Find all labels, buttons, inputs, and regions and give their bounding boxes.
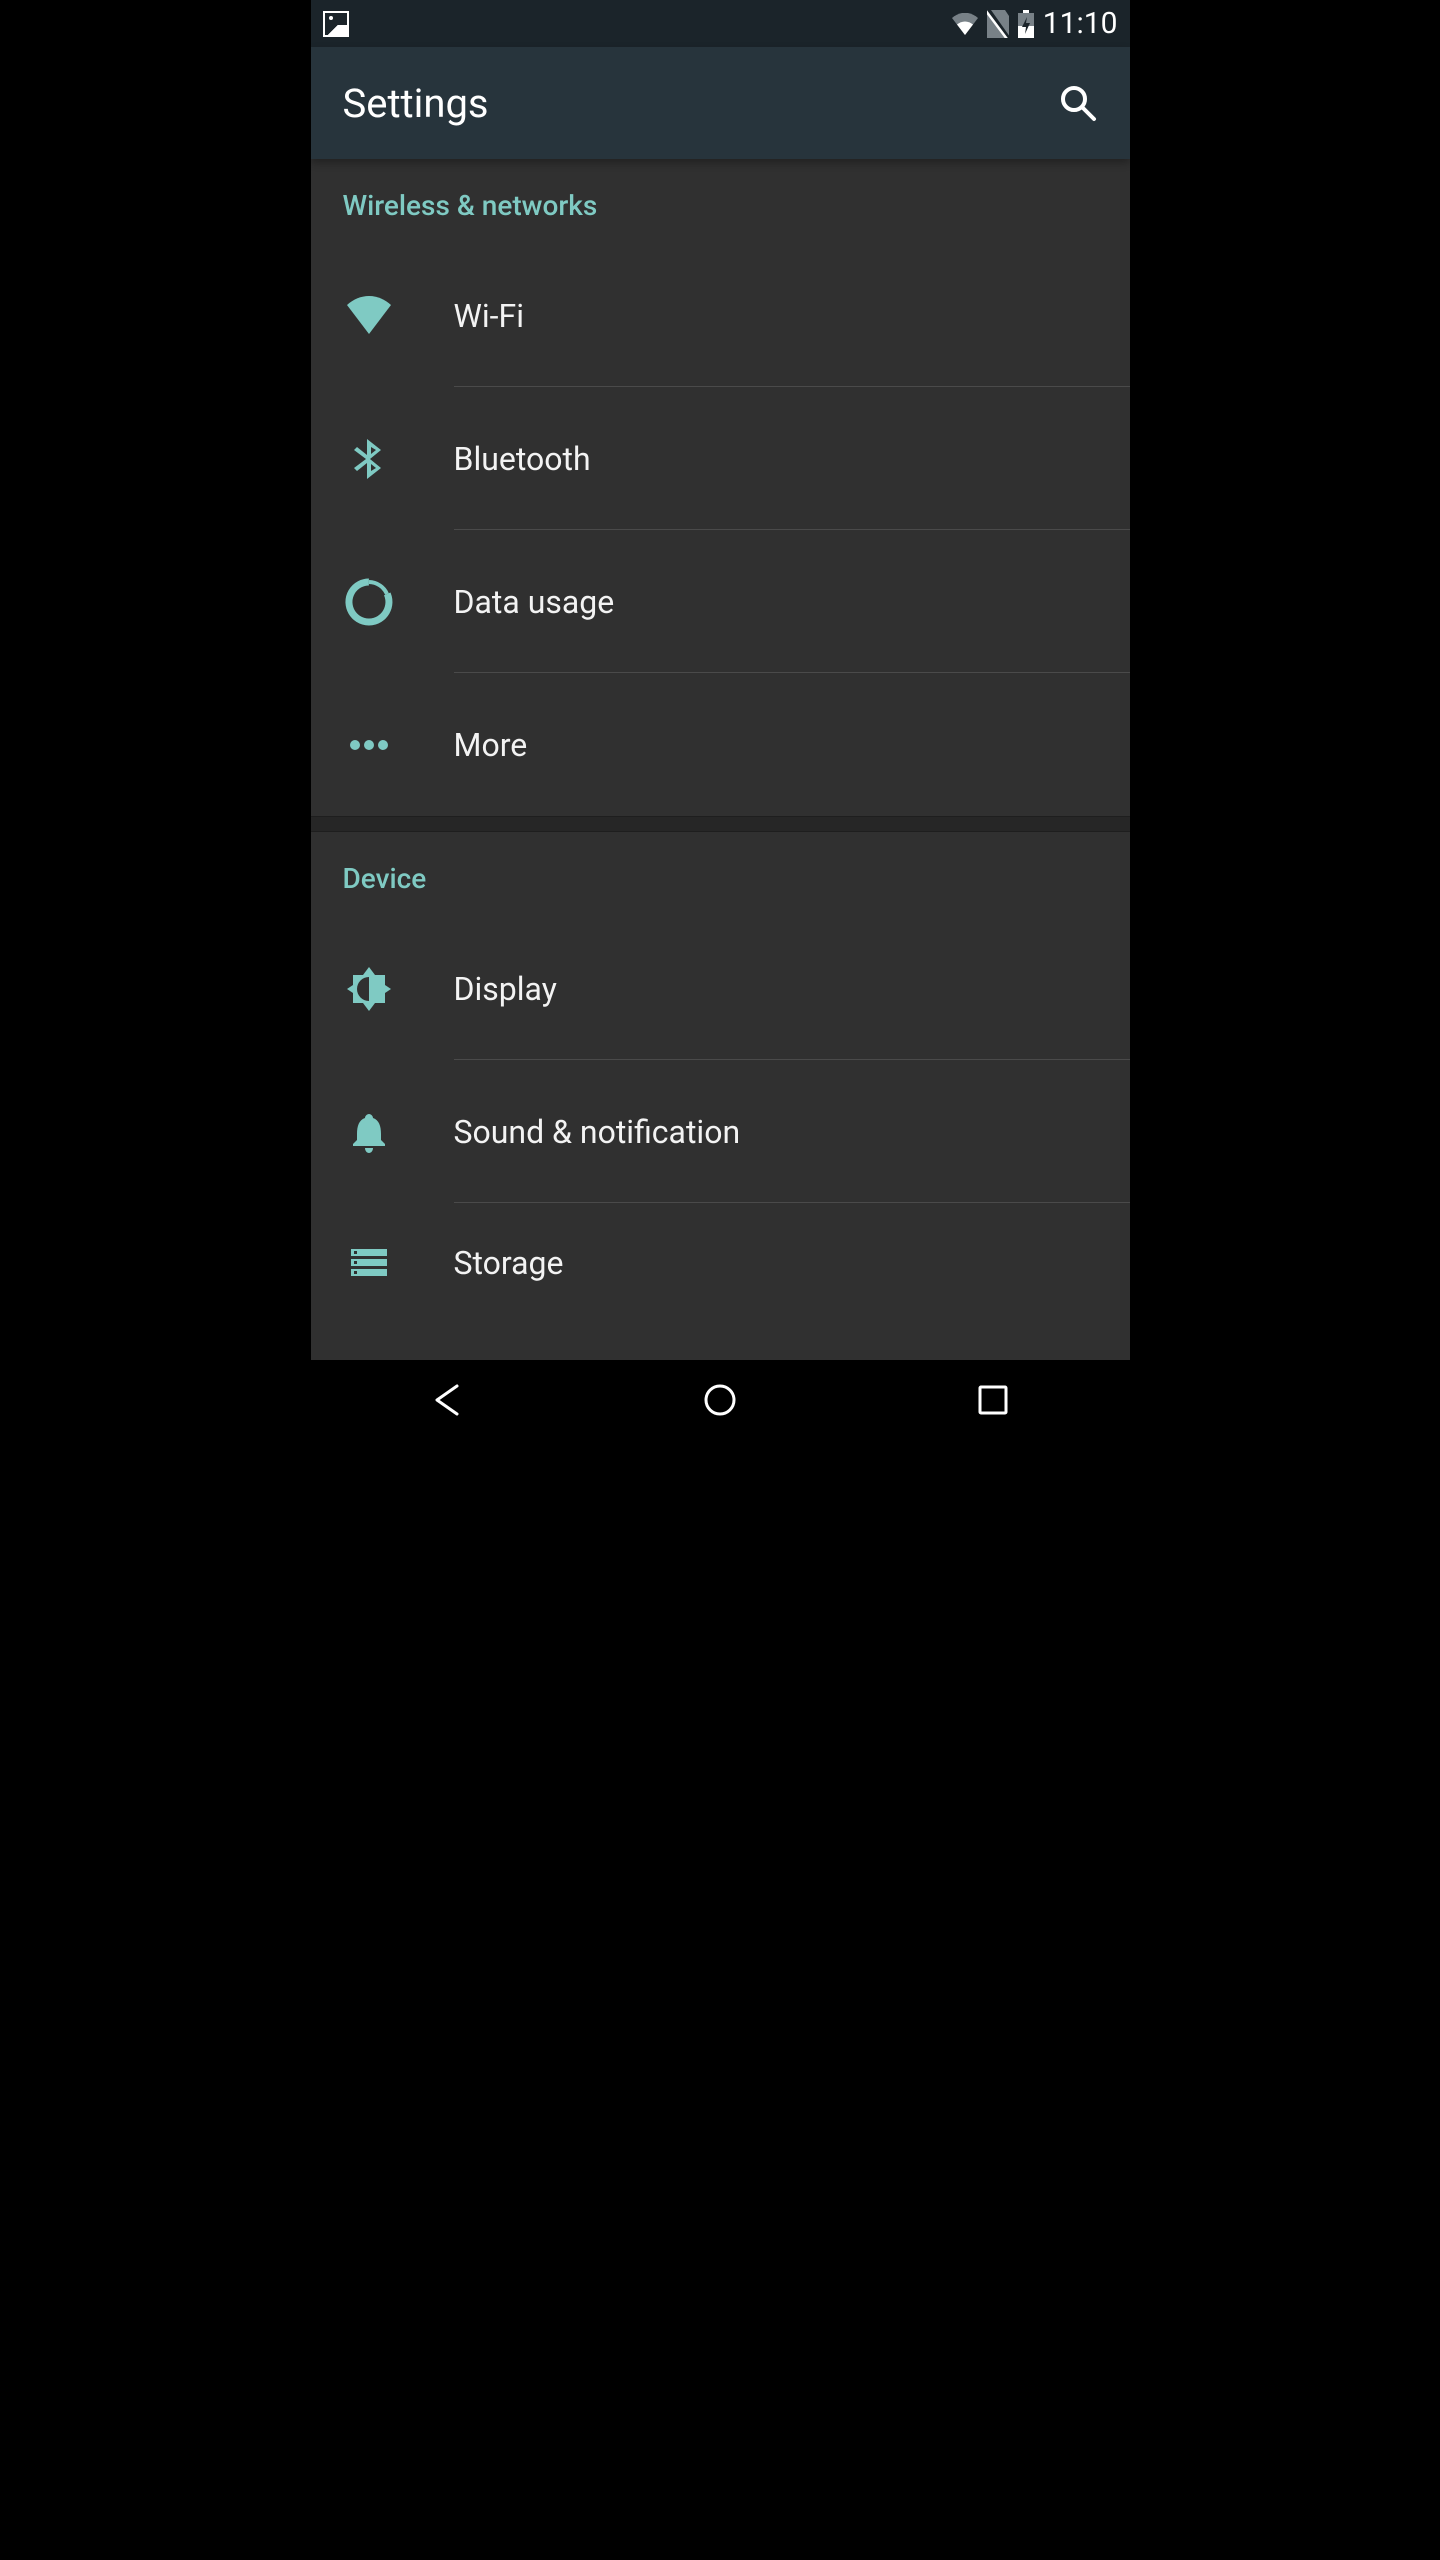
- recents-button[interactable]: [943, 1375, 1043, 1425]
- wifi-status-icon: [951, 13, 979, 35]
- storage-icon: [345, 1239, 393, 1287]
- battery-charging-icon: [1017, 10, 1035, 38]
- settings-content: Wireless & networks Wi-Fi Bluetooth: [311, 159, 1130, 1360]
- list-item-label: Display: [454, 970, 557, 1008]
- status-right: 11:10: [951, 6, 1118, 41]
- status-left: [323, 11, 349, 37]
- list-item-label: Data usage: [454, 583, 615, 621]
- list-item-sound-notification[interactable]: Sound & notification: [311, 1060, 1130, 1203]
- page-title: Settings: [343, 80, 489, 127]
- section-header-device: Device: [311, 832, 1130, 917]
- bluetooth-icon: [345, 435, 393, 483]
- search-button[interactable]: [1050, 75, 1106, 131]
- list-item-data-usage[interactable]: Data usage: [311, 530, 1130, 673]
- list-item-label: Bluetooth: [454, 440, 591, 478]
- list-item-wifi[interactable]: Wi-Fi: [311, 244, 1130, 387]
- navigation-bar: [311, 1360, 1130, 1440]
- status-bar: 11:10: [311, 0, 1130, 47]
- brightness-icon: [345, 965, 393, 1013]
- picture-icon: [323, 11, 349, 37]
- back-button[interactable]: [397, 1375, 497, 1425]
- phone-frame: 11:10 Settings Wireless & networks Wi-Fi: [311, 0, 1130, 1440]
- list-item-bluetooth[interactable]: Bluetooth: [311, 387, 1130, 530]
- app-bar: Settings: [311, 47, 1130, 159]
- more-icon: [345, 721, 393, 769]
- list-item-display[interactable]: Display: [311, 917, 1130, 1060]
- list-item-label: More: [454, 726, 528, 764]
- bell-icon: [345, 1108, 393, 1156]
- wifi-icon: [345, 296, 393, 336]
- data-usage-icon: [345, 578, 393, 626]
- search-icon: [1057, 82, 1099, 124]
- list-item-storage[interactable]: Storage: [311, 1203, 1130, 1323]
- section-header-wireless: Wireless & networks: [311, 159, 1130, 244]
- list-item-label: Wi-Fi: [454, 297, 524, 335]
- no-sim-icon: [987, 10, 1009, 38]
- list-item-more[interactable]: More: [311, 673, 1130, 816]
- home-button[interactable]: [670, 1375, 770, 1425]
- status-time: 11:10: [1043, 6, 1118, 41]
- section-gap: [311, 816, 1130, 832]
- list-item-label: Storage: [454, 1244, 564, 1282]
- list-item-label: Sound & notification: [454, 1113, 741, 1151]
